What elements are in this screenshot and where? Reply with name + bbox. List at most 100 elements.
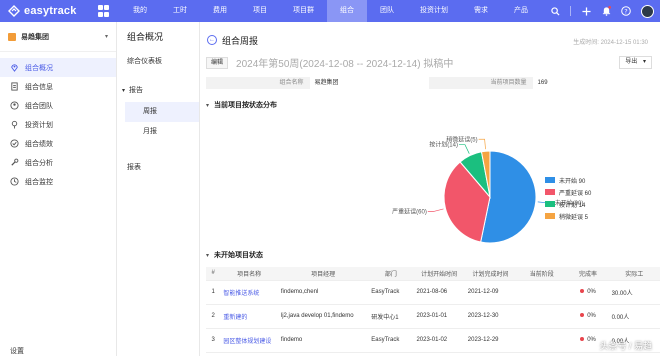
- nav-item[interactable]: 需求: [461, 0, 501, 22]
- table-cell-name[interactable]: 智能推送系统: [220, 280, 278, 305]
- sidebar-item[interactable]: 组合绩效: [0, 134, 116, 153]
- avatar[interactable]: [641, 4, 654, 18]
- nav-item[interactable]: 投资计划: [407, 0, 461, 22]
- legend-item[interactable]: 稍微延误 5: [545, 210, 591, 222]
- table-header[interactable]: 项目名称: [220, 267, 278, 281]
- portfolio-name-value: 易趋集团: [314, 80, 339, 86]
- section-status-distribution[interactable]: ▾ 当前项目按状态分布: [206, 100, 277, 110]
- sidebar-settings[interactable]: 设置: [0, 346, 117, 356]
- table-cell-name[interactable]: 园区整体规划建设: [220, 328, 278, 353]
- sidebar-item[interactable]: 组合监控: [0, 172, 116, 191]
- completion-rate: 0%: [587, 289, 596, 295]
- caret-down-icon: ▾: [122, 88, 126, 94]
- app-grid-icon[interactable]: [98, 5, 110, 17]
- table-header[interactable]: 完成率: [567, 267, 609, 281]
- project-link[interactable]: 智能推送系统: [223, 291, 259, 297]
- project-link[interactable]: 重新建的: [223, 315, 247, 321]
- top-right-tools: ?: [550, 0, 654, 22]
- settings-label: 设置: [10, 348, 24, 355]
- sidebar-item-label: 组合信息: [25, 83, 53, 91]
- nav-item[interactable]: 项目: [240, 0, 280, 22]
- table-cell-rate: 0%: [567, 304, 609, 329]
- legend-item[interactable]: 按计划 14: [545, 198, 591, 210]
- nav-item[interactable]: 工时: [160, 0, 200, 22]
- help-icon[interactable]: ?: [621, 6, 631, 16]
- table-cell-num: 1: [206, 280, 221, 305]
- table-cell-start: 2023-01-01: [413, 304, 465, 329]
- sidebar-item[interactable]: 组合团队: [0, 96, 116, 115]
- table-cell-actual: 0.00人: [608, 304, 660, 329]
- table-cell-actual: 30.00人: [608, 280, 660, 305]
- table-cell-start: 2023-01-02: [413, 328, 465, 353]
- sidebar-item-label: 组合绩效: [25, 140, 53, 148]
- edit-button[interactable]: 编辑: [206, 56, 229, 69]
- nav-item[interactable]: 我的: [120, 0, 160, 22]
- back-arrow-icon[interactable]: ←: [207, 35, 217, 45]
- section-title-label: 未开始项目状态: [214, 252, 264, 259]
- table-header[interactable]: 实际工: [608, 267, 660, 281]
- table-cell-manager: findemo,chenl: [277, 280, 369, 305]
- table-row[interactable]: 1 智能推送系统 findemo,chenl EasyTrack 2021-08-06 2…: [206, 280, 660, 305]
- secondary-sidebar: 组合概况 综合仪表板 ▾ 报告 周报 月报 报表: [117, 22, 200, 356]
- table-cell-num: 3: [206, 328, 221, 353]
- sidebar-item[interactable]: 组合信息: [0, 77, 116, 96]
- logo-icon: [8, 5, 20, 17]
- nav-item[interactable]: 项目群: [280, 0, 327, 22]
- table-cell-end: 2023-12-29: [464, 328, 517, 353]
- legend-item[interactable]: 未开始 90: [545, 174, 591, 186]
- nav-item[interactable]: 组合: [327, 0, 367, 22]
- project-link[interactable]: 园区整体规划建设: [223, 339, 271, 345]
- status-dot-icon: [580, 337, 585, 341]
- table-header[interactable]: 计划完成时间: [464, 267, 517, 281]
- brand[interactable]: easytrack: [0, 5, 110, 17]
- sidebar-item[interactable]: 组合分析: [0, 153, 116, 172]
- sidebar-item[interactable]: 组合概况: [0, 58, 116, 77]
- plus-icon[interactable]: [581, 6, 591, 16]
- table-row[interactable]: 3 园区整体规划建设 findemo EasyTrack 2023-01-02 2023-…: [206, 328, 660, 353]
- legend-label: 稍微延误 5: [559, 214, 589, 221]
- performance-icon: [10, 139, 19, 148]
- table-cell-stage: [516, 304, 568, 329]
- subbar-section-label: 报告: [129, 87, 144, 94]
- table-header[interactable]: 项目经理: [277, 267, 369, 281]
- portfolio-icon: [8, 32, 16, 41]
- legend-swatch: [545, 177, 555, 183]
- legend-label: 严重延误 60: [559, 190, 592, 197]
- left-sidebar: 易趋集团 ▾ 组合概况组合信息组合团队 投资计划组合绩效组合分析组合监控 设置: [0, 22, 117, 356]
- divider: [570, 6, 571, 16]
- export-button[interactable]: 导出 ▾: [619, 56, 652, 69]
- sidebar-item-label: 组合监控: [25, 178, 53, 186]
- table-header[interactable]: 计划开始时间: [413, 267, 465, 281]
- nav-item[interactable]: 费用: [200, 0, 240, 22]
- legend-swatch: [545, 213, 555, 219]
- svg-text:?: ?: [624, 7, 627, 15]
- table-row[interactable]: 2 重新建的 lj2,java develop 01,findemo 研发中心1 202…: [206, 304, 660, 329]
- table-header[interactable]: 部门: [368, 267, 414, 281]
- subbar-item-dashboard[interactable]: 综合仪表板: [117, 52, 199, 72]
- table-header[interactable]: 当前阶段: [516, 267, 568, 281]
- table-cell-start: 2021-08-06: [413, 280, 465, 305]
- section-not-started[interactable]: ▾ 未开始项目状态: [206, 250, 263, 260]
- table-cell-rate: 0%: [567, 280, 609, 305]
- subbar-item-reports[interactable]: 报表: [117, 158, 199, 178]
- nav-item[interactable]: 产品: [501, 0, 541, 22]
- page-title: 组合周报: [222, 35, 259, 46]
- project-count-value: 169: [537, 80, 548, 86]
- sidebar-item[interactable]: 投资计划: [0, 115, 116, 134]
- table-cell-name[interactable]: 重新建的: [220, 304, 278, 329]
- legend-swatch: [545, 201, 555, 207]
- subbar-item-monthly[interactable]: 月报: [125, 122, 199, 142]
- location-icon: [10, 63, 19, 72]
- subbar-section-report[interactable]: ▾ 报告: [117, 80, 199, 102]
- table-cell-num: 2: [206, 304, 221, 329]
- table-cell-dept: EasyTrack: [368, 328, 414, 353]
- pin-icon: [10, 120, 19, 129]
- document-icon: [10, 82, 19, 91]
- bell-icon[interactable]: [601, 6, 611, 16]
- portfolio-selector[interactable]: 易趋集团 ▾: [0, 22, 116, 52]
- table-header[interactable]: #: [206, 267, 221, 281]
- legend-item[interactable]: 严重延误 60: [545, 186, 591, 198]
- subbar-item-weekly[interactable]: 周报: [125, 102, 199, 122]
- nav-item[interactable]: 团队: [367, 0, 407, 22]
- search-icon[interactable]: [550, 6, 560, 16]
